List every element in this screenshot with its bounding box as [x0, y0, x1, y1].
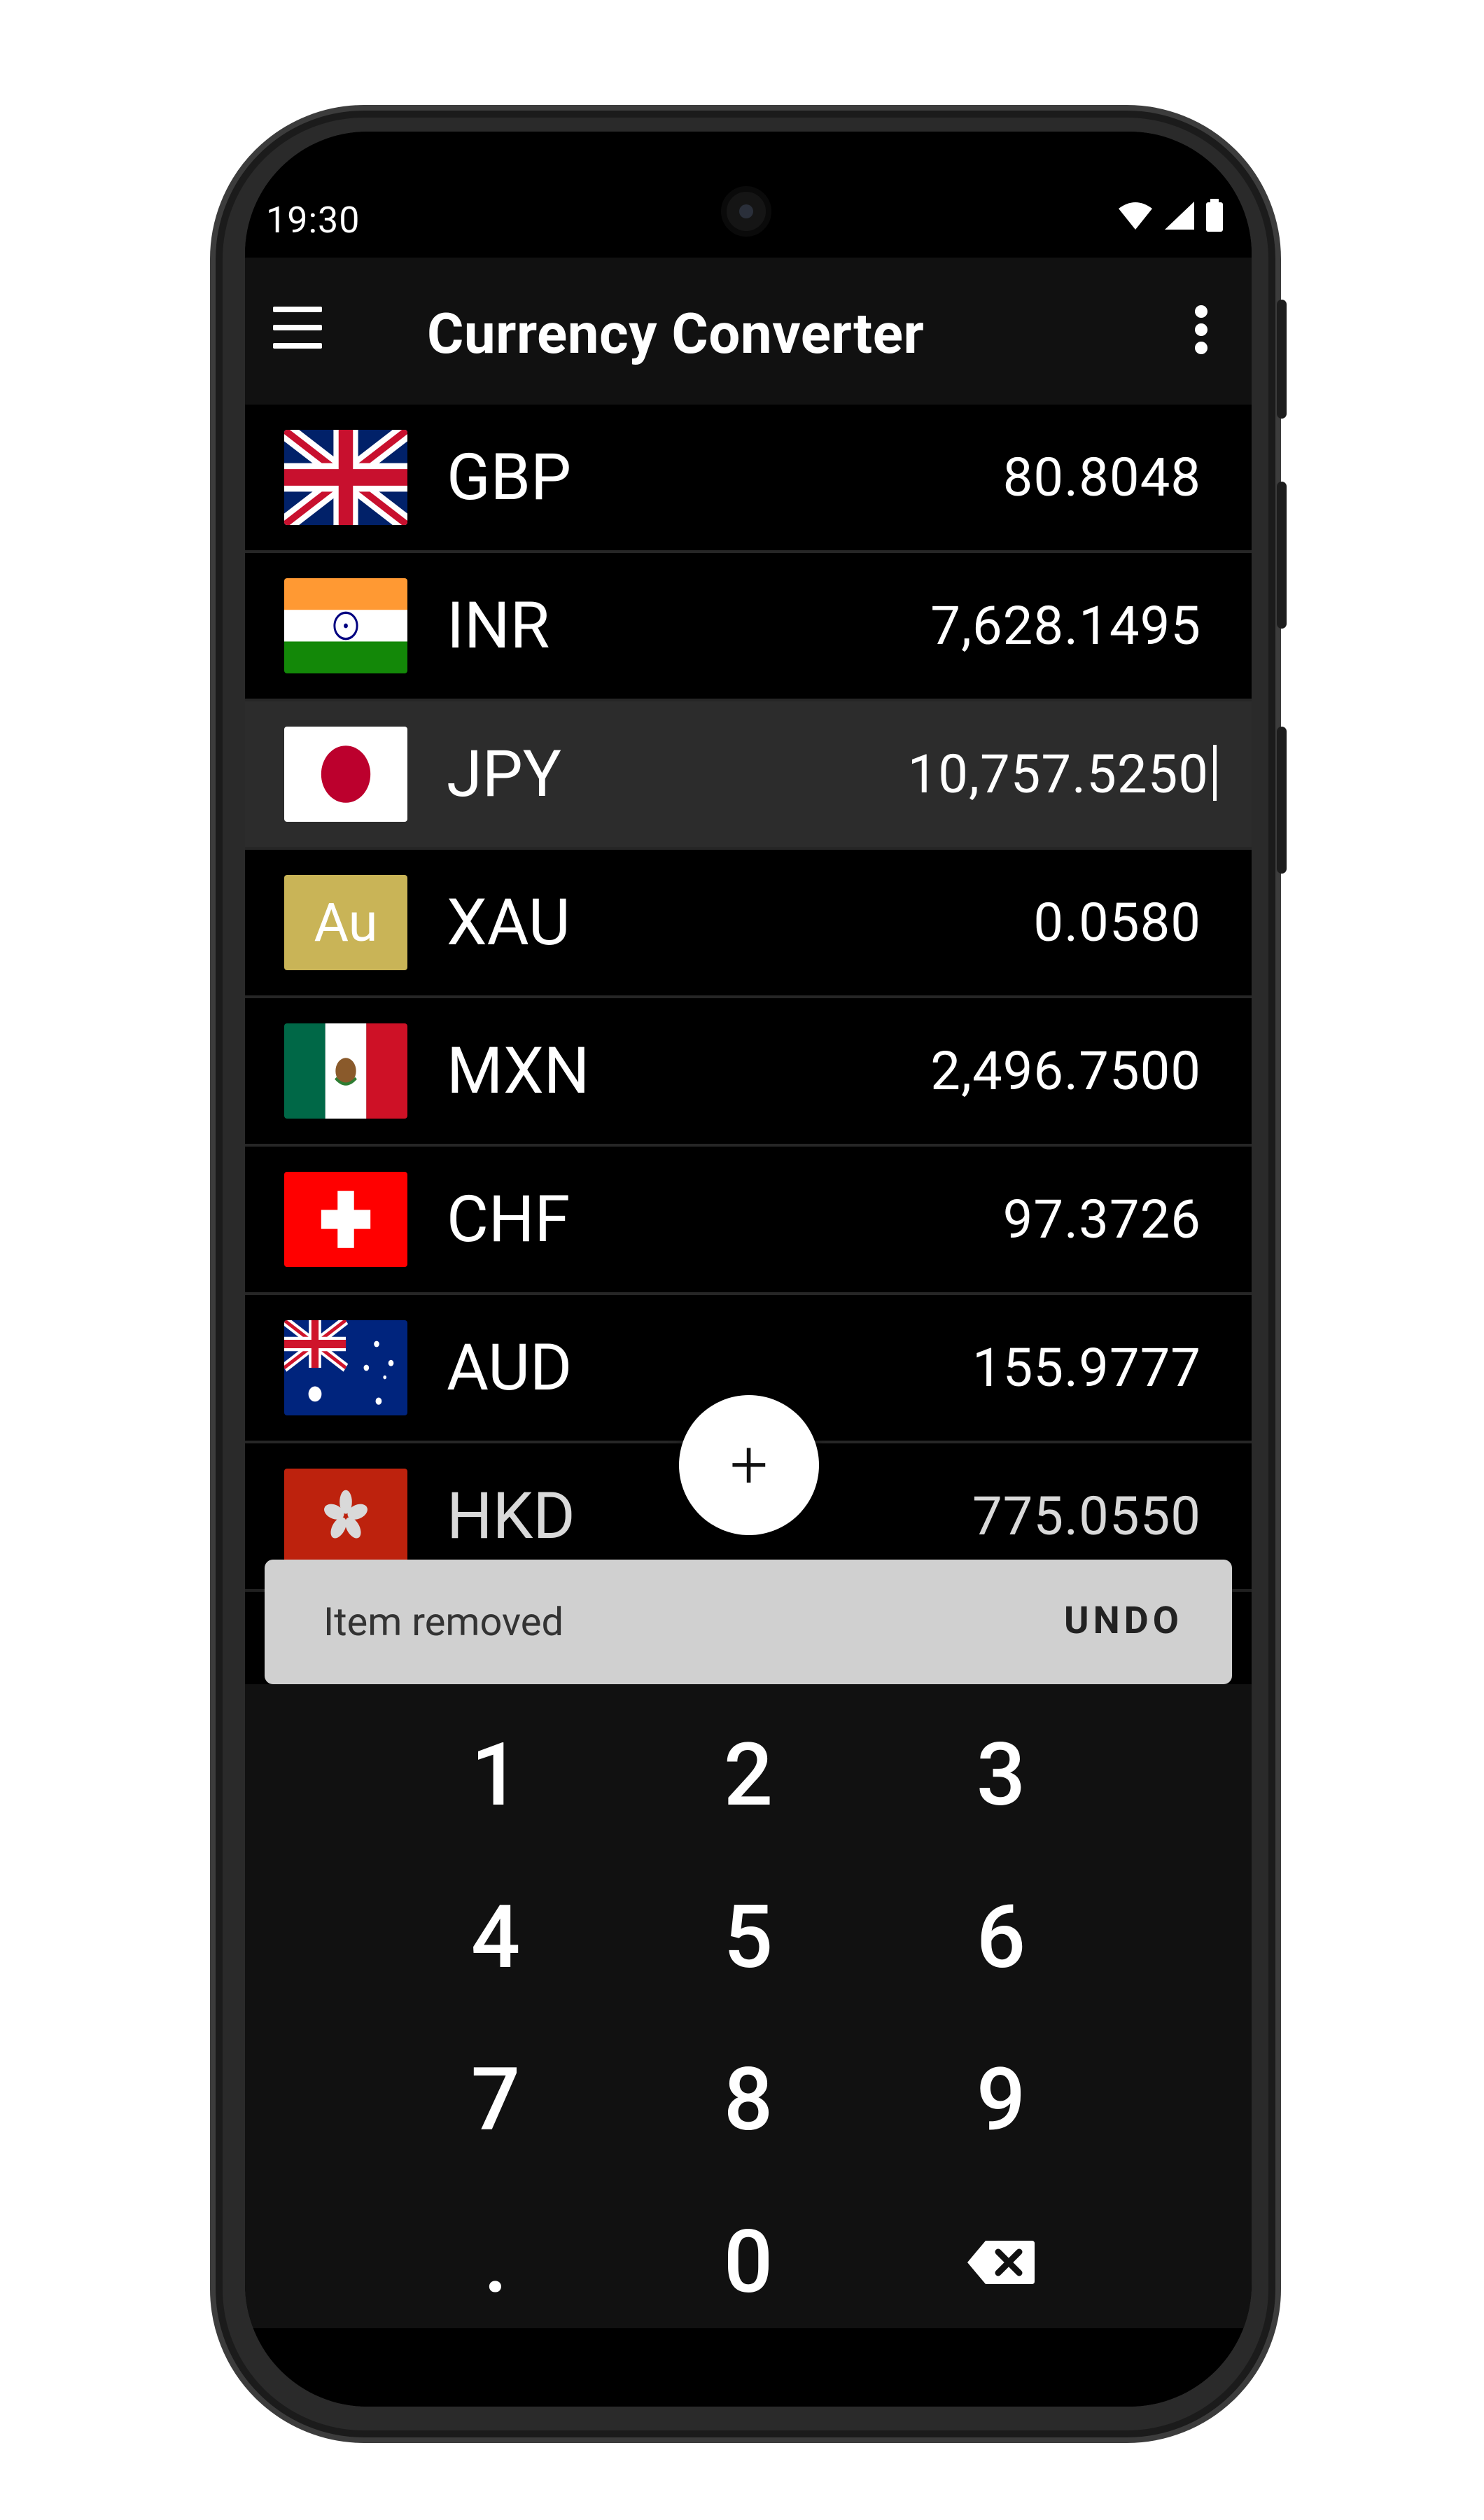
- backspace-button[interactable]: [896, 2192, 1106, 2332]
- snackbar-message: Item removed: [323, 1599, 564, 1645]
- status-bar: 19:30: [245, 132, 1252, 258]
- currency-code: XAU: [447, 885, 570, 960]
- currency-code: GBP: [447, 440, 572, 515]
- uk-flag-icon: [284, 430, 407, 525]
- key-4[interactable]: 4: [391, 1868, 601, 2008]
- battery-icon: [1206, 199, 1223, 232]
- key-6[interactable]: 6: [896, 1868, 1106, 2008]
- gold-symbol: Au: [314, 891, 378, 954]
- currency-code: JPY: [447, 736, 562, 812]
- add-currency-button[interactable]: +: [679, 1395, 819, 1535]
- currency-value[interactable]: 775.0550: [972, 1485, 1201, 1548]
- snackbar: Item removed UNDO: [265, 1560, 1232, 1684]
- add-icon: +: [729, 1426, 769, 1504]
- gold-icon: Au: [284, 875, 407, 970]
- currency-value[interactable]: 2,496.7500: [930, 1040, 1201, 1102]
- currency-value[interactable]: 80.8048: [1003, 446, 1201, 509]
- india-flag-icon: [284, 578, 407, 673]
- signal-icon: [1165, 202, 1194, 230]
- currency-value[interactable]: 0.0580: [1033, 891, 1201, 954]
- currency-row-inr[interactable]: INR 7,628.1495: [245, 553, 1252, 701]
- key-0[interactable]: 0: [643, 2192, 853, 2332]
- switzerland-flag-icon: [284, 1172, 407, 1267]
- key-7[interactable]: 7: [391, 2030, 601, 2170]
- currency-code: INR: [447, 588, 550, 664]
- side-button: [1277, 727, 1287, 874]
- currency-value[interactable]: 97.3726: [1003, 1188, 1201, 1251]
- currency-row-jpy[interactable]: JPY 10,757.5250: [245, 701, 1252, 850]
- hamburger-menu-icon[interactable]: [273, 307, 322, 349]
- japan-flag-icon: [284, 727, 407, 822]
- currency-row-chf[interactable]: CHF 97.3726: [245, 1147, 1252, 1295]
- wifi-icon: [1119, 202, 1152, 230]
- navigation-bar: [245, 2328, 1252, 2407]
- volume-button: [1277, 300, 1287, 419]
- app-title: Currency Converter: [427, 301, 925, 367]
- currency-code: HKD: [447, 1478, 575, 1554]
- keypad: 1 2 3 4 5 6 7 8 9 . 0: [245, 1684, 1252, 2328]
- undo-button[interactable]: UNDO: [1064, 1599, 1183, 1643]
- australia-flag-icon: [284, 1320, 407, 1415]
- currency-code: CHF: [447, 1182, 570, 1257]
- currency-value[interactable]: 7,628.1495: [930, 594, 1201, 657]
- currency-row-mxn[interactable]: MXN 2,496.7500: [245, 998, 1252, 1147]
- power-button: [1277, 482, 1287, 629]
- backspace-icon: [967, 2241, 1035, 2284]
- status-time: 19:30: [266, 199, 360, 241]
- key-2[interactable]: 2: [643, 1705, 853, 1845]
- mexico-flag-icon: [284, 1023, 407, 1119]
- key-3[interactable]: 3: [896, 1705, 1106, 1845]
- key-8[interactable]: 8: [643, 2030, 853, 2170]
- currency-row-xau[interactable]: Au XAU 0.0580: [245, 850, 1252, 998]
- screen: 19:30 Currency Converter GBP 80.8048 INR…: [245, 132, 1252, 2407]
- key-1[interactable]: 1: [391, 1705, 601, 1845]
- key-decimal[interactable]: .: [391, 2192, 601, 2332]
- key-9[interactable]: 9: [896, 2030, 1106, 2170]
- status-icons: [1117, 199, 1224, 232]
- more-vert-icon[interactable]: [1193, 305, 1210, 354]
- currency-code: MXN: [447, 1033, 590, 1109]
- app-bar: Currency Converter: [245, 258, 1252, 405]
- currency-code: AUD: [447, 1330, 573, 1406]
- phone-frame: 19:30 Currency Converter GBP 80.8048 INR…: [210, 105, 1287, 2443]
- hongkong-flag-icon: [284, 1469, 407, 1564]
- currency-value[interactable]: 155.9777: [972, 1336, 1201, 1399]
- currency-row-gbp[interactable]: GBP 80.8048: [245, 405, 1252, 553]
- currency-value: 10,757.5250: [907, 743, 1209, 806]
- text-cursor: [1213, 745, 1217, 801]
- key-5[interactable]: 5: [643, 1868, 853, 2008]
- front-camera: [721, 186, 771, 237]
- currency-value-input[interactable]: 10,757.5250: [908, 743, 1217, 806]
